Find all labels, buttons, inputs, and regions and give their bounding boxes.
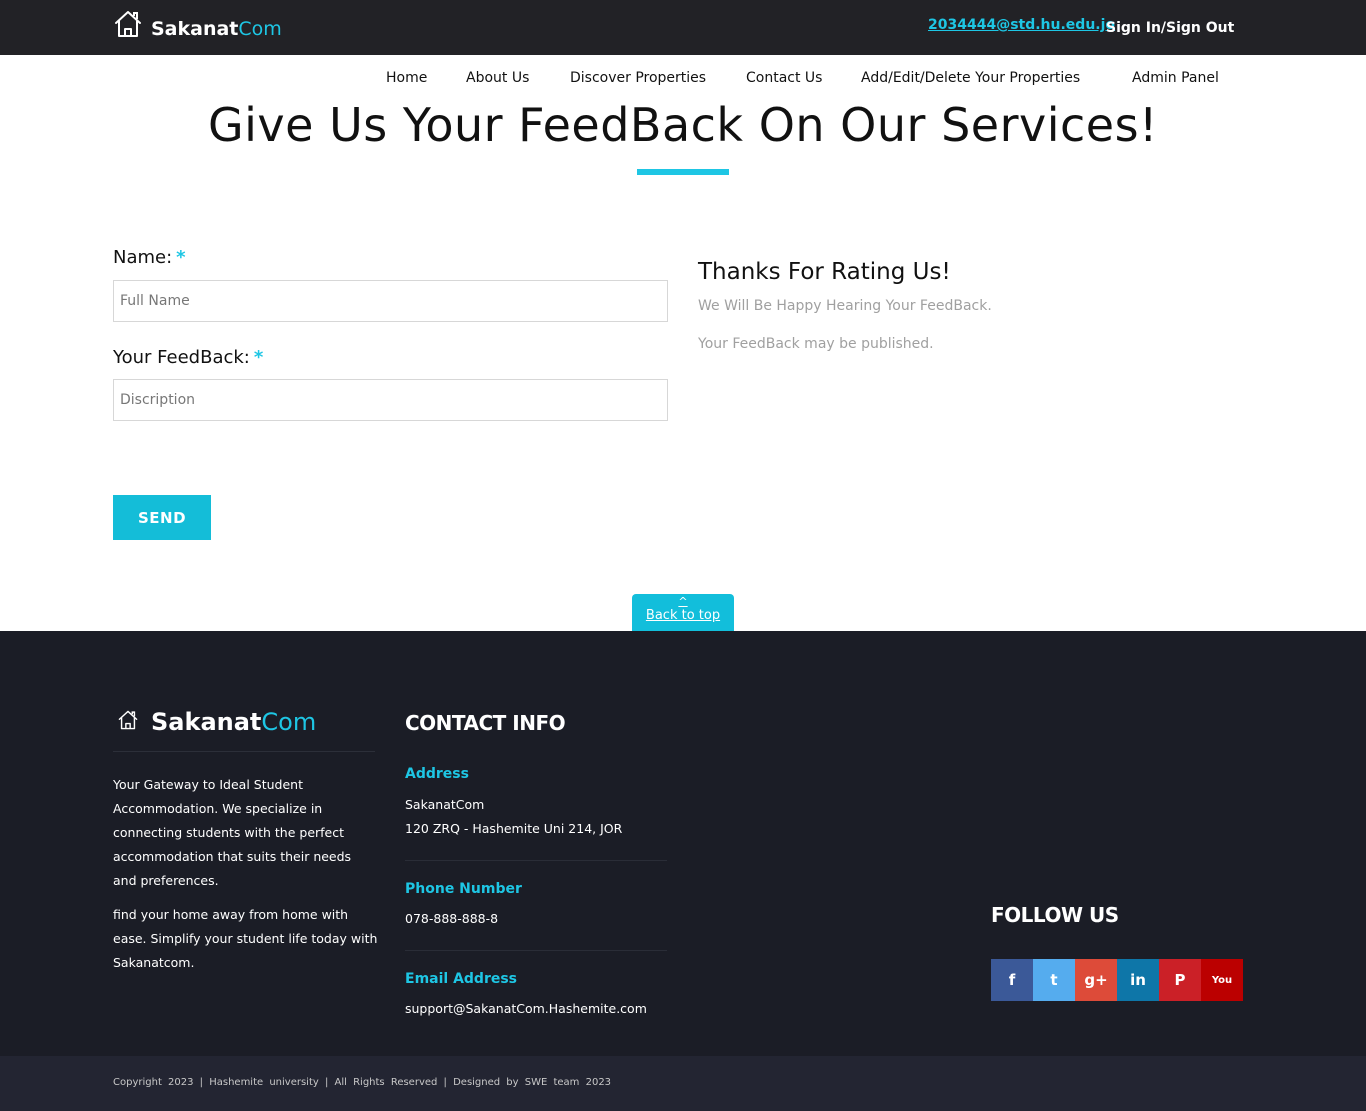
top-bar: SakanatCom 2034444@std.hu.edu.jo Sign In… <box>0 0 1366 55</box>
footer-about-paragraph-2: find your home away from home with ease.… <box>113 907 378 970</box>
footer-divider <box>405 950 667 951</box>
nav-item-discover-properties[interactable]: Discover Properties <box>570 70 706 86</box>
footer-logo-part1: Sakanat <box>151 708 262 736</box>
sign-in-out-link[interactable]: Sign In/Sign Out <box>1106 20 1234 36</box>
copyright-text: Copyright 2023 | Hashemite university | … <box>113 1077 612 1088</box>
logo-text-part1: Sakanat <box>151 18 239 40</box>
logo-text: SakanatCom <box>151 18 282 40</box>
footer-logo-text: SakanatCom <box>151 708 316 736</box>
name-label: Name: * <box>113 247 186 268</box>
home-icon <box>117 710 139 734</box>
facebook-icon[interactable]: f <box>991 959 1033 1001</box>
feedback-label-text: Your FeedBack: <box>113 347 250 368</box>
required-marker: * <box>253 347 264 368</box>
bottom-bar: Copyright 2023 | Hashemite university | … <box>0 1056 1366 1111</box>
nav-item-contact-us[interactable]: Contact Us <box>746 70 822 86</box>
back-to-top-label: Back to top <box>645 608 721 623</box>
phone-label: Phone Number <box>405 881 522 897</box>
social-links: f t g+ in P You <box>991 959 1243 1001</box>
thanks-line-1: We Will Be Happy Hearing Your FeedBack. <box>698 298 992 314</box>
youtube-icon[interactable]: You <box>1201 959 1243 1001</box>
thanks-line-2: Your FeedBack may be published. <box>698 336 934 352</box>
required-marker: * <box>176 247 186 268</box>
title-underline <box>637 169 729 175</box>
nav-item-about-us[interactable]: About Us <box>466 70 529 86</box>
name-label-text: Name: <box>113 247 173 268</box>
linkedin-icon[interactable]: in <box>1117 959 1159 1001</box>
footer-logo-divider <box>113 751 375 752</box>
google-plus-icon[interactable]: g+ <box>1075 959 1117 1001</box>
feedback-input[interactable] <box>113 379 668 421</box>
contact-info-heading: CONTACT INFO <box>405 711 566 735</box>
thanks-title: Thanks For Rating Us! <box>698 259 951 285</box>
follow-us-heading: FOLLOW US <box>991 903 1119 927</box>
home-icon <box>113 10 143 38</box>
pinterest-icon[interactable]: P <box>1159 959 1201 1001</box>
name-input[interactable] <box>113 280 668 322</box>
logo-text-part2: Com <box>238 18 282 40</box>
main-nav: Home About Us Discover Properties Contac… <box>0 70 1366 90</box>
address-line-2: 120 ZRQ - Hashemite Uni 214, JOR <box>405 821 623 836</box>
user-email-link[interactable]: 2034444@std.hu.edu.jo <box>928 17 1115 33</box>
phone-number: 078-888-888-8 <box>405 911 499 926</box>
nav-item-manage-properties[interactable]: Add/Edit/Delete Your Properties <box>861 70 1080 86</box>
site-logo[interactable]: SakanatCom <box>113 8 282 40</box>
footer-about-paragraph-1: Your Gateway to Ideal Student Accommodat… <box>113 777 352 888</box>
footer-divider <box>405 860 667 861</box>
footer: SakanatCom Your Gateway to Ideal Student… <box>0 631 1366 1056</box>
nav-item-home[interactable]: Home <box>386 70 427 86</box>
address-line-1: SakanatCom <box>405 797 485 812</box>
twitter-icon[interactable]: t <box>1033 959 1075 1001</box>
footer-logo[interactable]: SakanatCom <box>117 708 316 736</box>
email-label: Email Address <box>405 971 518 987</box>
back-to-top-button[interactable]: ^ Back to top <box>632 594 734 631</box>
feedback-label: Your FeedBack: * <box>113 347 263 368</box>
chevron-up-icon: ^ <box>678 595 688 608</box>
nav-item-admin-panel[interactable]: Admin Panel <box>1132 70 1219 86</box>
send-button[interactable]: SEND <box>113 495 211 540</box>
address-label: Address <box>405 766 469 782</box>
support-email-link[interactable]: support@SakanatCom.Hashemite.com <box>405 997 647 1021</box>
footer-logo-part2: Com <box>261 708 317 736</box>
page-title: Give Us Your FeedBack On Our Services! <box>208 98 1158 152</box>
